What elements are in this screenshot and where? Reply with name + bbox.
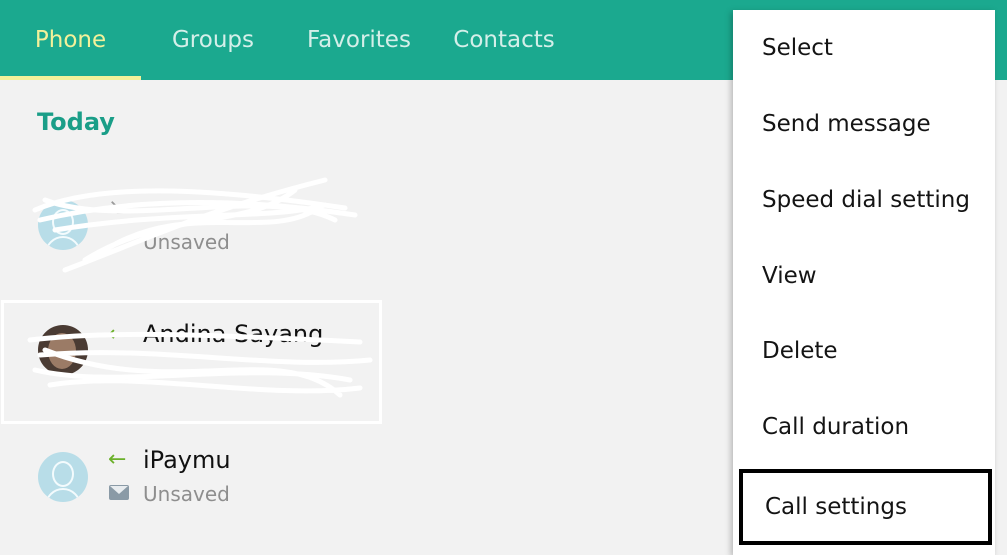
- avatar: [38, 452, 88, 502]
- section-title-today: Today: [37, 108, 115, 136]
- menu-item-delete[interactable]: Delete: [733, 313, 995, 389]
- tab-groups[interactable]: Groups: [163, 0, 263, 80]
- contact-sub-label: Unsaved: [143, 230, 230, 254]
- overflow-menu: Select Send message Speed dial setting V…: [733, 10, 995, 555]
- menu-item-call-settings[interactable]: Call settings: [739, 469, 992, 545]
- call-log-item[interactable]: ← iPaymu Unsaved: [0, 430, 730, 540]
- menu-item-send-message[interactable]: Send message: [733, 86, 995, 162]
- contact-name: iPaymu: [143, 446, 231, 474]
- menu-item-select[interactable]: Select: [733, 10, 995, 86]
- avatar: [38, 200, 88, 250]
- contact-sub-label: Unsaved: [143, 482, 230, 506]
- menu-item-view[interactable]: View: [733, 238, 995, 314]
- tab-favorites[interactable]: Favorites: [300, 0, 418, 80]
- envelope-icon: [109, 485, 129, 500]
- active-tab-indicator: [0, 76, 141, 80]
- tab-contacts[interactable]: Contacts: [447, 0, 561, 80]
- missed-call-icon: ↘: [108, 195, 127, 220]
- tab-phone[interactable]: Phone: [0, 0, 141, 80]
- incoming-call-icon: ←: [108, 447, 127, 472]
- highlight-box: [1, 300, 382, 424]
- menu-item-speed-dial-setting[interactable]: Speed dial setting: [733, 162, 995, 238]
- call-log-item[interactable]: ↘ Unsaved: [0, 170, 730, 280]
- menu-item-call-duration[interactable]: Call duration: [733, 389, 995, 465]
